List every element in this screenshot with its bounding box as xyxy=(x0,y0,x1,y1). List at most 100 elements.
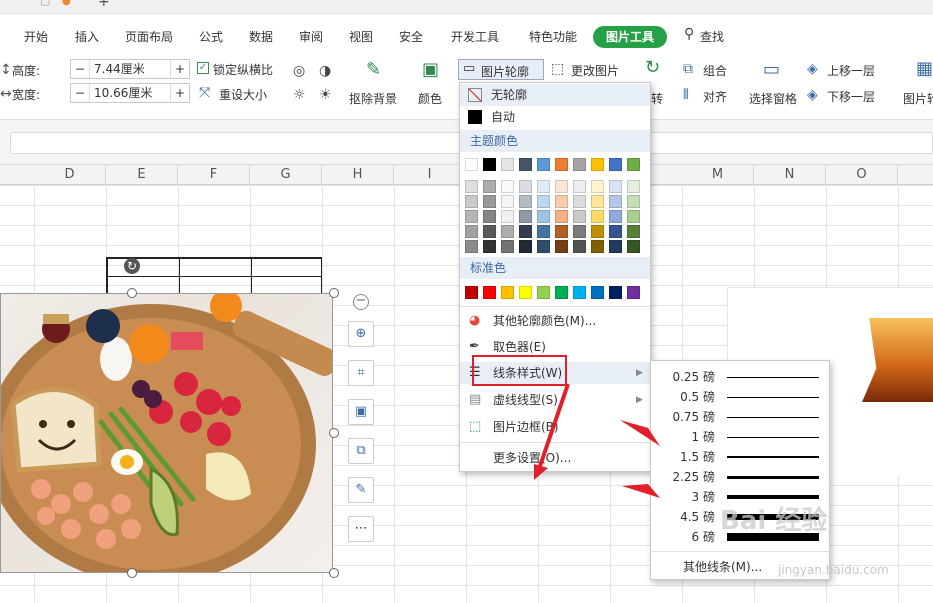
lock-ratio-label[interactable]: 锁定纵横比 xyxy=(213,61,273,78)
theme-color-swatch[interactable] xyxy=(537,158,550,171)
theme-color-swatch[interactable] xyxy=(627,240,640,253)
theme-color-swatch[interactable] xyxy=(465,240,478,253)
line-weight-option[interactable]: 0.75 磅 xyxy=(651,407,829,427)
height-stepper[interactable]: − 7.44厘米 + xyxy=(70,59,190,79)
picture-more-button[interactable]: 图片轮 xyxy=(903,90,933,107)
lock-ratio-checkbox[interactable]: ✓ xyxy=(197,62,209,74)
theme-color-swatch[interactable] xyxy=(591,195,604,208)
resize-handle[interactable] xyxy=(127,288,137,298)
theme-color-swatch[interactable] xyxy=(627,225,640,238)
more-outline-colors-item[interactable]: ◕ 其他轮廓颜色(M)... xyxy=(460,310,650,332)
theme-color-swatch[interactable] xyxy=(537,240,550,253)
column-header[interactable]: M xyxy=(682,165,754,185)
resize-handle[interactable] xyxy=(127,568,137,578)
theme-color-swatch[interactable] xyxy=(501,158,514,171)
theme-color-swatch[interactable] xyxy=(627,195,640,208)
theme-color-swatch[interactable] xyxy=(609,180,622,193)
theme-color-swatch[interactable] xyxy=(573,180,586,193)
theme-color-swatch[interactable] xyxy=(609,240,622,253)
theme-color-swatch[interactable] xyxy=(465,158,478,171)
change-picture-button[interactable]: 更改图片 xyxy=(571,62,619,79)
theme-color-swatch[interactable] xyxy=(519,240,532,253)
tab-insert[interactable]: 插入 xyxy=(75,28,99,45)
standard-color-swatch[interactable] xyxy=(627,286,640,299)
theme-color-swatch[interactable] xyxy=(555,240,568,253)
collapse-icon[interactable]: − xyxy=(353,294,369,310)
theme-color-swatch[interactable] xyxy=(573,225,586,238)
theme-color-swatch[interactable] xyxy=(627,180,640,193)
theme-color-swatch[interactable] xyxy=(537,180,550,193)
theme-color-swatch[interactable] xyxy=(591,240,604,253)
tab-special[interactable]: 特色功能 xyxy=(529,28,577,45)
column-header[interactable]: E xyxy=(106,165,178,185)
line-weight-option[interactable]: 1.5 磅 xyxy=(651,447,829,467)
theme-color-swatch[interactable] xyxy=(609,210,622,223)
theme-color-swatch[interactable] xyxy=(519,210,532,223)
crop-icon[interactable]: ⌗ xyxy=(348,360,374,386)
tab-review[interactable]: 审阅 xyxy=(299,28,323,45)
theme-color-swatch[interactable] xyxy=(483,158,496,171)
column-header[interactable]: O xyxy=(826,165,898,185)
food-picture[interactable] xyxy=(0,293,333,573)
theme-color-swatch[interactable] xyxy=(537,210,550,223)
theme-color-swatch[interactable] xyxy=(501,180,514,193)
width-increase-button[interactable]: + xyxy=(171,86,189,100)
resize-handle[interactable] xyxy=(329,428,339,438)
theme-color-swatch[interactable] xyxy=(465,225,478,238)
theme-color-swatch[interactable] xyxy=(555,195,568,208)
height-increase-button[interactable]: + xyxy=(171,62,189,76)
theme-color-swatch[interactable] xyxy=(537,195,550,208)
theme-color-swatch[interactable] xyxy=(483,240,496,253)
theme-color-swatch[interactable] xyxy=(591,225,604,238)
theme-color-swatch[interactable] xyxy=(609,195,622,208)
theme-color-swatch[interactable] xyxy=(609,225,622,238)
theme-color-swatch[interactable] xyxy=(501,210,514,223)
theme-color-swatch[interactable] xyxy=(591,210,604,223)
contrast-icon[interactable]: ☀ xyxy=(319,87,332,103)
standard-color-swatch[interactable] xyxy=(537,286,550,299)
theme-color-swatch[interactable] xyxy=(519,195,532,208)
theme-color-swatch[interactable] xyxy=(465,195,478,208)
no-outline-item[interactable]: 无轮廓 xyxy=(460,84,650,106)
theme-color-swatch[interactable] xyxy=(555,180,568,193)
theme-color-swatch[interactable] xyxy=(591,180,604,193)
height-decrease-button[interactable]: − xyxy=(71,62,89,76)
column-header[interactable]: G xyxy=(250,165,322,185)
new-tab-icon[interactable]: + xyxy=(98,0,110,10)
selection-pane-button[interactable]: 选择窗格 xyxy=(749,90,797,107)
column-header[interactable]: H xyxy=(322,165,394,185)
column-header[interactable]: N xyxy=(754,165,826,185)
tab-page-layout[interactable]: 页面布局 xyxy=(125,28,173,45)
more-options-icon[interactable]: ⋯ xyxy=(348,516,374,542)
standard-color-swatch[interactable] xyxy=(465,286,478,299)
theme-color-swatch[interactable] xyxy=(537,225,550,238)
theme-color-swatch[interactable] xyxy=(609,158,622,171)
resize-handle[interactable] xyxy=(329,568,339,578)
tab-picture-tools[interactable]: 图片工具 xyxy=(593,26,667,48)
tab-view[interactable]: 视图 xyxy=(349,28,373,45)
brightness-icon[interactable]: ☼ xyxy=(293,87,306,103)
theme-color-swatch[interactable] xyxy=(573,195,586,208)
theme-color-swatch[interactable] xyxy=(483,225,496,238)
resize-handle[interactable] xyxy=(329,288,339,298)
theme-color-swatch[interactable] xyxy=(555,210,568,223)
width-stepper[interactable]: − 10.66厘米 + xyxy=(70,83,190,103)
tab-formulas[interactable]: 公式 xyxy=(199,28,223,45)
picture-edit-icon[interactable]: ▣ xyxy=(348,399,374,425)
theme-color-swatch[interactable] xyxy=(573,158,586,171)
tab-developer[interactable]: 开发工具 xyxy=(451,28,499,45)
theme-color-swatch[interactable] xyxy=(627,210,640,223)
theme-color-swatch[interactable] xyxy=(591,158,604,171)
crop-shape-icon[interactable]: ◑ xyxy=(319,63,331,79)
width-decrease-button[interactable]: − xyxy=(71,86,89,100)
standard-color-swatch[interactable] xyxy=(501,286,514,299)
standard-color-swatch[interactable] xyxy=(609,286,622,299)
standard-color-swatch[interactable] xyxy=(483,286,496,299)
reset-size-button[interactable]: 重设大小 xyxy=(219,86,267,103)
bring-forward-button[interactable]: 上移一层 xyxy=(827,62,875,79)
theme-color-swatch[interactable] xyxy=(573,210,586,223)
column-header[interactable]: I xyxy=(394,165,466,185)
line-weight-option[interactable]: 0.25 磅 xyxy=(651,367,829,387)
theme-color-swatch[interactable] xyxy=(627,158,640,171)
theme-color-swatch[interactable] xyxy=(483,180,496,193)
